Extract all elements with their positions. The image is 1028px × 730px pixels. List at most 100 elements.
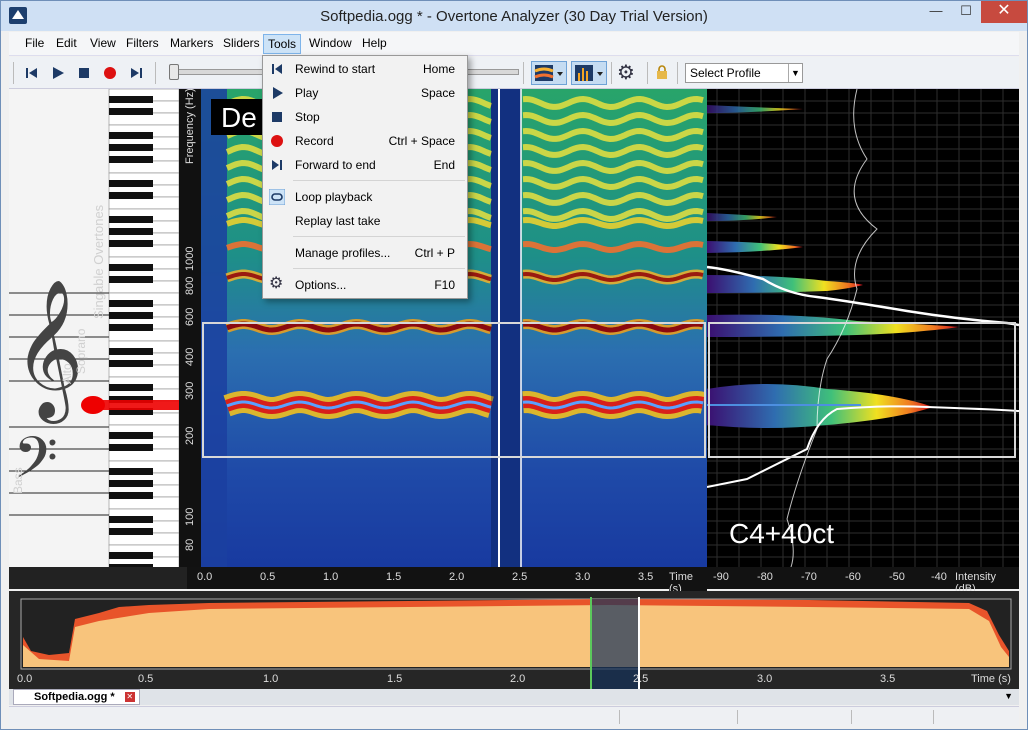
loop-icon [269, 189, 285, 205]
record-icon[interactable] [101, 64, 119, 82]
menu-edit[interactable]: Edit [56, 36, 77, 50]
close-tab-icon[interactable]: ✕ [124, 692, 135, 702]
menu-item-forward-to-end[interactable]: Forward to end End [263, 154, 467, 176]
document-tab-label: Softpedia.ogg * [34, 691, 115, 703]
spectrum-peak-high [707, 105, 803, 113]
menu-separator [293, 180, 465, 181]
piano-black-key [109, 180, 153, 187]
menu-tools[interactable]: Tools [263, 34, 302, 54]
menu-item-options[interactable]: ⚙ Options... F10 [263, 274, 467, 296]
spectrum-view-button[interactable] [571, 61, 607, 85]
menu-item-shortcut: Home [422, 62, 455, 76]
menu-item-record[interactable]: Record Ctrl + Space [263, 130, 467, 152]
menu-item-play[interactable]: Play Space [263, 82, 467, 104]
freq-tick-80: 80 [184, 539, 196, 551]
voice-label-bass: Bass [11, 467, 25, 494]
stop-icon[interactable] [75, 64, 93, 82]
tab-list-dropdown-icon[interactable]: ▼ [1004, 691, 1013, 701]
selection-region[interactable] [491, 89, 521, 567]
spectrum-view[interactable]: C4+40ct [706, 88, 1020, 568]
piano-black-key [109, 276, 153, 283]
piano-black-key [109, 216, 153, 223]
spectrogram-icon [534, 65, 563, 81]
slider-handle[interactable] [169, 64, 179, 80]
stop-icon [272, 112, 282, 122]
wave-time-tick: 3.0 [757, 673, 772, 685]
waveform-overview[interactable]: 0.0 0.5 1.0 1.5 2.0 2.5 3.0 3.5 Time (s) [9, 591, 1019, 689]
menu-item-label: Manage profiles... [295, 246, 391, 260]
forward-icon[interactable] [127, 64, 145, 82]
piano-black-key [109, 516, 153, 523]
menu-separator [293, 268, 465, 269]
voice-label-soprano: Soprano [74, 328, 88, 374]
menu-markers[interactable]: Markers [170, 36, 213, 50]
menu-help[interactable]: Help [362, 36, 387, 50]
menu-view[interactable]: View [90, 36, 116, 50]
freq-tick-300: 300 [184, 382, 196, 400]
rewind-icon[interactable] [23, 64, 41, 82]
piano-keyboard-panel[interactable]: 𝄞 𝄢 Bass Alto Soprano Singable Overtones [9, 88, 180, 571]
waveform-selection[interactable] [591, 599, 639, 689]
menu-sliders[interactable]: Sliders [223, 36, 260, 50]
lock-icon[interactable] [655, 65, 669, 79]
spectrogram-view-button[interactable] [531, 61, 567, 85]
piano-black-key [109, 360, 153, 367]
intensity-tick: -70 [801, 571, 817, 583]
menu-bar: File Edit View Filters Markers Sliders T… [9, 32, 1019, 56]
profile-select-value: Select Profile [690, 66, 761, 80]
piano-black-key [109, 480, 153, 487]
toolbar-separator [523, 62, 524, 84]
time-tick: 0.5 [260, 571, 276, 583]
frequency-axis-labels: Frequency (Hz) 1000 800 600 400 300 200 … [184, 88, 196, 551]
menu-filters[interactable]: Filters [126, 36, 159, 50]
piano-black-key [109, 144, 153, 151]
status-separator [933, 710, 934, 724]
record-icon [271, 135, 283, 147]
settings-gear-icon[interactable]: ⚙ [617, 63, 635, 83]
close-button[interactable]: ✕ [981, 1, 1027, 23]
piano-black-key [109, 528, 153, 535]
spectrum-plot: C4+40ct [706, 88, 1020, 568]
toolbar-separator [677, 62, 678, 84]
play-icon [273, 87, 283, 99]
menu-file[interactable]: File [25, 36, 44, 50]
play-icon[interactable] [49, 64, 67, 82]
tools-menu-dropdown: Rewind to start Home Play Space Stop Rec… [262, 55, 468, 299]
time-tick: 3.0 [575, 571, 591, 583]
menu-item-stop[interactable]: Stop [263, 106, 467, 128]
menu-window[interactable]: Window [309, 36, 352, 50]
window-title: Softpedia.ogg * - Overtone Analyzer (30 … [320, 8, 708, 25]
menu-item-label: Play [295, 86, 319, 100]
menu-item-replay-last-take[interactable]: Replay last take [263, 210, 467, 232]
status-separator [851, 710, 852, 724]
voice-label-alto: Alto [60, 363, 74, 384]
intensity-tick: -50 [889, 571, 905, 583]
toolbar-separator [647, 62, 648, 84]
menu-item-loop-playback[interactable]: Loop playback [263, 186, 467, 208]
status-separator [619, 710, 620, 724]
minimize-button[interactable]: — [921, 1, 951, 23]
intensity-tick: -40 [931, 571, 947, 583]
maximize-button[interactable]: ☐ [951, 1, 981, 23]
toolbar: ⚙ Select Profile ▼ [9, 57, 1019, 89]
piano-black-key [109, 468, 153, 475]
document-tab[interactable]: Softpedia.ogg * ✕ [13, 689, 140, 705]
piano-black-key [109, 432, 153, 439]
title-bar: Softpedia.ogg * - Overtone Analyzer (30 … [1, 1, 1027, 31]
piano-keyboard: 𝄞 𝄢 Bass Alto Soprano Singable Overtones [9, 88, 180, 571]
menu-item-manage-profiles[interactable]: Manage profiles... Ctrl + P [263, 242, 467, 264]
piano-black-key [109, 108, 153, 115]
waveform: 0.0 0.5 1.0 1.5 2.0 2.5 3.0 3.5 Time (s) [17, 597, 1012, 689]
menu-item-rewind-to-start[interactable]: Rewind to start Home [263, 58, 467, 80]
wave-time-tick: 1.5 [387, 673, 402, 685]
menu-item-label: Record [295, 134, 334, 148]
status-separator [737, 710, 738, 724]
spectrum-peak-2nd [707, 314, 959, 337]
intensity-axis: -90 -80 -70 -60 -50 -40 Intensity (dB) [707, 567, 1019, 595]
document-tab-bar: Softpedia.ogg * ✕ ▼ [9, 689, 1019, 705]
menu-item-label: Replay last take [295, 214, 381, 228]
profile-select[interactable]: Select Profile ▼ [685, 63, 803, 83]
time-tick: 2.5 [512, 571, 528, 583]
toolbar-separator [155, 62, 156, 84]
menu-item-label: Loop playback [295, 190, 373, 204]
